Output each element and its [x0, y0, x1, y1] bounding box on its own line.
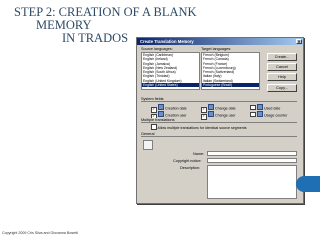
dialog-title: Create Translation Memory — [140, 39, 194, 44]
copy-button[interactable]: Copy... — [267, 84, 297, 92]
name-label: Name: — [193, 152, 205, 156]
general-group: General — [141, 132, 297, 137]
system-field-label: Change user — [215, 113, 236, 118]
system-field-label: Used date — [264, 106, 281, 111]
system-field-label: Creation user — [165, 113, 187, 118]
target-languages-label: Target languages: — [201, 47, 232, 51]
system-field-checkbox[interactable]: Usage counter — [250, 111, 287, 118]
source-languages-label: Source languages: — [141, 47, 173, 51]
copyright-footer: Copyright 2009 Cris Silva and Giovanna B… — [2, 231, 78, 235]
system-fields-group: System fields — [141, 97, 297, 102]
checkbox-box — [250, 104, 256, 110]
field-icon — [157, 111, 164, 117]
target-languages-list[interactable]: French (Belgium) French (Canada) French (F… — [201, 52, 260, 90]
system-fields-label: System fields — [141, 97, 165, 101]
allow-multiple-translations-label: Allow multiple translations for identica… — [157, 125, 247, 130]
description-field[interactable] — [207, 165, 297, 199]
general-label: General — [141, 132, 156, 136]
dialog-titlebar[interactable]: Create Translation Memory ✕ — [137, 38, 303, 45]
close-button[interactable]: ✕ — [296, 39, 302, 44]
name-field[interactable] — [207, 151, 297, 156]
system-field-checkbox[interactable]: ✓ Change user — [201, 111, 236, 120]
multiple-translations-group: Multiple translations — [141, 118, 297, 123]
copyright-notice-label: Copyright notice: — [173, 159, 202, 163]
create-translation-memory-dialog: Create Translation Memory ✕ Source langu… — [136, 37, 304, 204]
create-button[interactable]: Create... — [267, 53, 297, 61]
field-icon — [207, 111, 214, 117]
system-field-label: Usage counter — [264, 113, 288, 118]
description-label: Description: — [180, 166, 201, 170]
allow-multiple-translations-checkbox[interactable]: Allow multiple translations for identica… — [151, 124, 247, 131]
field-icon — [157, 104, 164, 110]
copyright-notice-field[interactable] — [207, 158, 297, 163]
field-icon — [207, 104, 214, 110]
slide-accent-tab — [296, 176, 320, 192]
multiple-translations-label: Multiple translations — [141, 118, 176, 122]
cancel-button[interactable]: Cancel — [267, 63, 297, 71]
field-icon — [256, 111, 263, 117]
system-field-label: Creation date — [165, 106, 187, 111]
field-icon — [256, 104, 263, 110]
system-field-label: Change date — [215, 106, 236, 111]
checkbox-box — [250, 111, 256, 117]
source-language-item[interactable]: English (United States) — [142, 83, 199, 88]
general-properties-icon — [143, 140, 153, 150]
checkmark-icon: ✓ — [201, 114, 207, 120]
source-languages-list[interactable]: English (Caribbean) English (Ireland) Engl… — [141, 52, 200, 90]
target-language-item[interactable]: Portuguese (Brazil) — [202, 83, 259, 88]
checkbox-box — [151, 124, 157, 130]
help-button[interactable]: Help — [267, 73, 297, 81]
